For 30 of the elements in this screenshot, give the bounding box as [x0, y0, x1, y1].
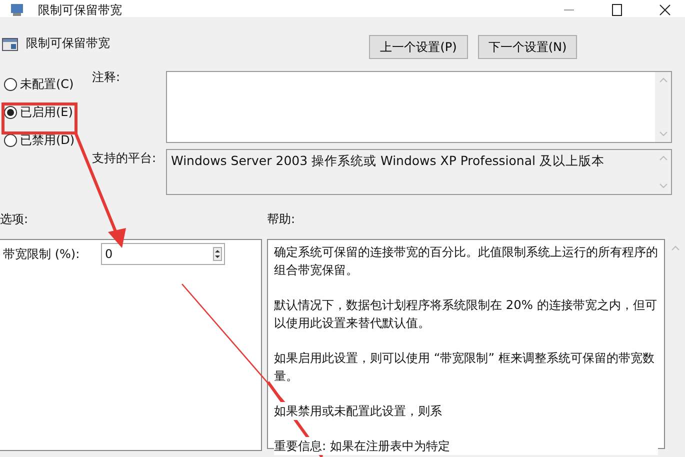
radio-option[interactable]: 未配置(C): [4, 74, 92, 94]
nav-button[interactable]: 上一个设置(P): [369, 35, 468, 59]
scroll-down-icon[interactable]: [658, 183, 668, 189]
platform-label: 支持的平台:: [92, 150, 158, 167]
radio-option[interactable]: 已禁用(D): [4, 130, 92, 150]
number-spinner[interactable]: 0: [101, 243, 225, 265]
scroll-up-icon[interactable]: [658, 77, 668, 83]
radio-button[interactable]: [4, 78, 17, 90]
field-label: 带宽限制 (%):: [3, 246, 81, 262]
radio-button[interactable]: [4, 106, 17, 118]
help-paragraph: 确定系统可保留的连接带宽的百分比。此值限制系统上运行的所有程序的组合带宽保留。: [274, 243, 658, 279]
help-paragraph: 默认情况下，数据包计划程序将系统限制在 20% 的连接带宽之内，但可以使用此设置来替代默认值。: [274, 296, 658, 332]
scrollbar[interactable]: [655, 72, 671, 142]
comment-label: 注释:: [92, 69, 122, 86]
platform-text: Windows Server 2003 操作系统或 Windows XP Professional 及以上版本: [170, 152, 606, 170]
radio-option[interactable]: 已启用(E): [4, 102, 92, 122]
nav-button[interactable]: 下一个设置(N): [478, 35, 577, 59]
spinner-arrows-icon[interactable]: [213, 247, 222, 261]
scroll-down-icon[interactable]: [658, 131, 668, 137]
maximize-icon[interactable]: [611, 4, 623, 16]
close-icon[interactable]: [659, 4, 671, 16]
policy-title: 限制可保留带宽: [26, 35, 110, 52]
scroll-up-icon[interactable]: [670, 245, 680, 251]
window-title: 限制可保留带宽: [38, 3, 123, 17]
help-label: 帮助:: [267, 211, 296, 228]
help-paragraph: 重要信息: 如果在注册表中为特定: [274, 437, 658, 455]
scroll-up-icon[interactable]: [658, 155, 668, 161]
computer-icon: [10, 3, 26, 17]
radio-button[interactable]: [4, 134, 17, 146]
options-label: 选项:: [0, 211, 30, 228]
